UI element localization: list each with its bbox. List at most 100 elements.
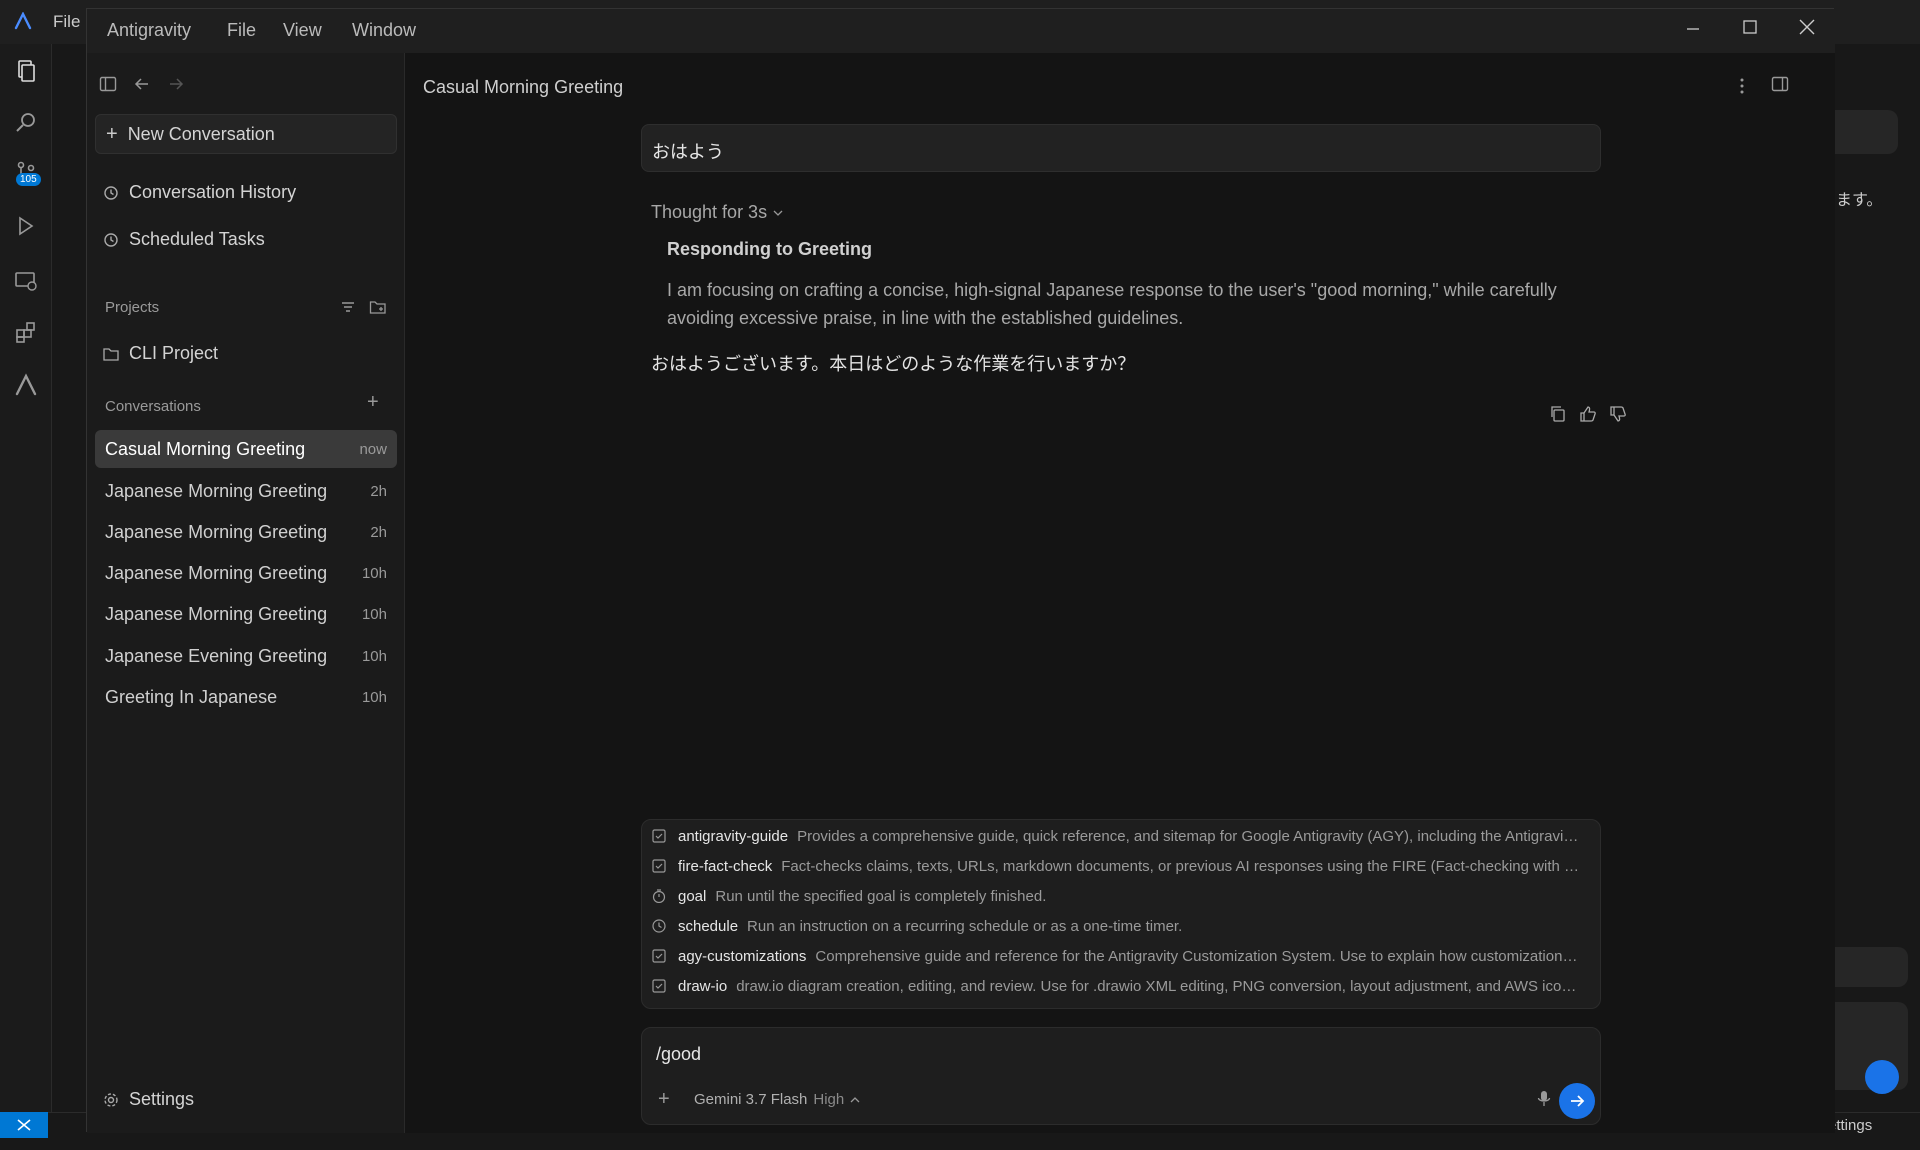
conversation-age: 10h [361,648,387,665]
folder-icon [103,347,119,361]
ide-right-box [1834,947,1908,987]
conversation-title: Casual Morning Greeting [105,439,306,459]
message-actions [1549,405,1627,423]
new-conversation-label: New Conversation [127,124,275,144]
chat-pane: Casual Morning Greeting おはよう Thought for… [405,53,1835,1133]
projects-heading: Projects [105,299,160,316]
conversation-item[interactable]: Greeting In Japanese 10h [95,678,397,716]
thumbs-down-icon[interactable] [1609,405,1627,423]
extensions-icon[interactable] [13,320,39,346]
thumbs-up-icon[interactable] [1579,405,1597,423]
ide-right-text: ます。 [1836,192,1883,209]
menu-window[interactable]: Window [352,20,416,41]
settings-link[interactable]: Settings [103,1089,194,1110]
conversation-title: Japanese Morning Greeting [105,481,328,501]
conversation-title: Japanese Morning Greeting [105,604,328,624]
suggestion-item[interactable]: schedule Run an instruction on a recurri… [652,911,1582,941]
scm-count-badge: 105 [16,173,41,186]
new-conversation-button[interactable]: + New Conversation [95,114,397,154]
menu-file[interactable]: File [227,20,256,41]
add-context-icon[interactable]: + [658,1088,670,1111]
antigravity-agent-icon[interactable] [13,372,39,398]
activity-bar: 105 [0,44,52,1112]
more-options-icon[interactable] [1739,77,1745,95]
model-selector[interactable]: Gemini 3.7 Flash High [694,1091,860,1108]
ide-file-menu[interactable]: File [53,12,80,32]
remote-explorer-icon[interactable] [13,268,39,294]
conversation-age: 10h [361,689,387,706]
scheduled-tasks-link[interactable]: Scheduled Tasks [103,229,265,250]
model-mode: High [813,1091,845,1108]
explorer-icon[interactable] [13,58,39,84]
settings-label: Settings [129,1089,195,1109]
chevron-up-icon [850,1096,860,1102]
skill-icon [652,949,666,963]
maximize-icon[interactable] [1742,19,1758,35]
clock-icon [104,232,118,247]
microphone-icon[interactable] [1537,1090,1551,1108]
forward-arrow-icon[interactable] [167,75,185,93]
conversation-history-link[interactable]: Conversation History [103,182,296,203]
suggestion-name: fire-fact-check [678,857,773,875]
copy-icon[interactable] [1549,405,1567,423]
suggestion-desc: Run until the specified goal is complete… [715,887,1047,905]
conversation-item[interactable]: Japanese Morning Greeting 2h [95,472,397,510]
suggestion-item[interactable]: agy-customizations Comprehensive guide a… [652,941,1582,971]
toggle-panel-icon[interactable] [1771,75,1789,93]
skill-icon [652,859,666,873]
new-folder-icon[interactable] [369,299,387,315]
project-item[interactable]: CLI Project [103,343,218,364]
conversation-history-label: Conversation History [129,182,297,202]
skill-icon [652,829,666,843]
conversation-age: 2h [370,483,387,500]
conversation-age: 10h [361,606,387,623]
agent-window: Antigravity File View Window + New Conve… [86,8,1835,1133]
command-suggestions: antigravity-guide Provides a comprehensi… [641,819,1601,1009]
toggle-sidebar-icon[interactable] [99,75,117,93]
suggestion-desc: Fact-checks claims, texts, URLs, markdow… [781,857,1582,875]
conversation-item-active[interactable]: Casual Morning Greeting now [95,430,397,468]
ide-right-input[interactable] [1834,110,1898,154]
ide-right-send-button[interactable] [1865,1060,1899,1094]
ide-explorer-panel [52,44,86,1112]
suggestion-desc: Comprehensive guide and reference for th… [815,947,1582,965]
message-composer[interactable]: /good + Gemini 3.7 Flash High [641,1027,1601,1125]
suggestion-item[interactable]: draw-io draw.io diagram creation, editin… [652,971,1582,1001]
conversation-title-header: Casual Morning Greeting [423,77,624,97]
conversation-title: Japanese Morning Greeting [105,522,328,542]
conversation-age: 2h [370,524,387,541]
arrow-right-icon [1571,1095,1585,1107]
gear-icon [104,1092,118,1107]
suggestion-name: schedule [678,917,739,935]
run-debug-icon[interactable] [13,214,39,240]
skill-icon [652,979,666,993]
conversation-item[interactable]: Japanese Morning Greeting 10h [95,595,397,633]
conversation-item[interactable]: Japanese Morning Greeting 10h [95,554,397,592]
thought-toggle[interactable]: Thought for 3s [651,202,783,223]
minimize-icon[interactable] [1685,21,1701,37]
suggestion-item[interactable]: goal Run until the specified goal is com… [652,881,1582,911]
composer-input[interactable]: /good [656,1044,701,1065]
menu-antigravity[interactable]: Antigravity [107,20,191,41]
conversation-age: now [359,441,387,458]
close-icon[interactable] [1797,17,1817,37]
conversation-item[interactable]: Japanese Morning Greeting 2h [95,513,397,551]
conversation-item[interactable]: Japanese Evening Greeting 10h [95,637,397,675]
suggestion-item[interactable]: fire-fact-check Fact-checks claims, text… [652,851,1582,881]
history-icon [104,185,118,200]
conversation-title: Japanese Morning Greeting [105,563,328,583]
menu-view[interactable]: View [283,20,322,41]
remote-indicator[interactable] [0,1112,48,1138]
suggestion-desc: Run an instruction on a recurring schedu… [747,917,1183,935]
suggestion-item[interactable]: antigravity-guide Provides a comprehensi… [652,821,1582,851]
suggestion-name: agy-customizations [678,947,807,965]
send-button[interactable] [1559,1083,1595,1119]
back-arrow-icon[interactable] [133,75,151,93]
conversation-age: 10h [361,565,387,582]
thought-heading: Responding to Greeting [667,239,872,259]
search-icon[interactable] [13,110,39,136]
filter-icon[interactable] [340,299,356,315]
user-message-text: おはよう [652,142,724,162]
add-conversation-icon[interactable]: + [367,391,379,414]
clock-icon [652,919,666,933]
